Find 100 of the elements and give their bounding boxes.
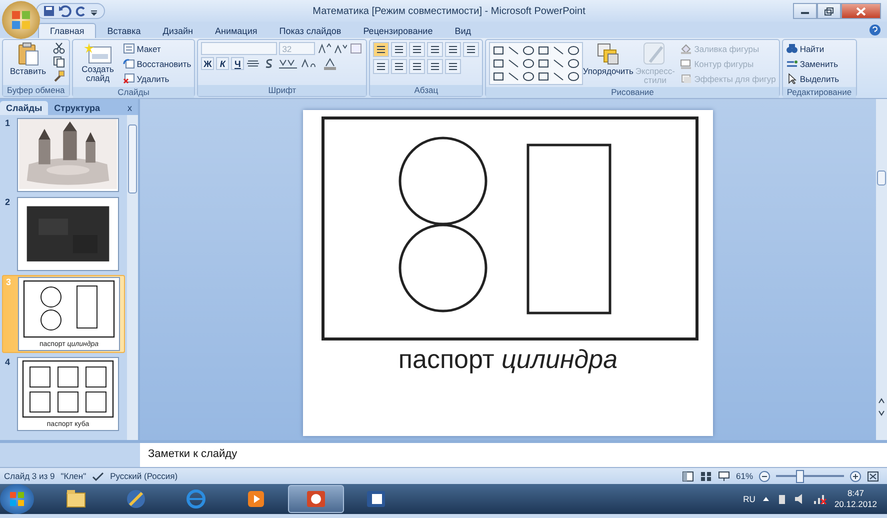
tray-arrow-icon[interactable]: [762, 495, 770, 503]
shape-icon: [552, 71, 566, 82]
shape-icon: [537, 45, 550, 56]
zoom-in-icon[interactable]: [850, 470, 861, 482]
grow-font-icon[interactable]: [317, 42, 332, 55]
ribbon-tab[interactable]: Вставка: [96, 23, 152, 38]
fill-bucket-icon: [680, 43, 692, 54]
close-button[interactable]: x: [122, 101, 138, 115]
effects-icon: [680, 73, 692, 84]
minimize-button[interactable]: [793, 3, 817, 19]
windows-logo-icon: [9, 491, 25, 507]
input-language[interactable]: RU: [743, 494, 756, 504]
close-button[interactable]: [841, 3, 881, 19]
columns-button[interactable]: [445, 59, 462, 74]
bullets-button[interactable]: [373, 42, 390, 57]
copy-icon[interactable]: [53, 56, 65, 68]
shape-icon: [552, 58, 566, 69]
spacing-icon[interactable]: [278, 57, 298, 70]
align-right-button[interactable]: [409, 59, 426, 74]
shape-icon: [492, 58, 506, 69]
start-button[interactable]: [0, 484, 34, 514]
group-label: Буфер обмена: [3, 85, 69, 96]
taskbar-app[interactable]: [288, 485, 344, 513]
group-label: Слайды: [72, 87, 194, 98]
normal-view-icon[interactable]: [682, 470, 694, 482]
cut-icon[interactable]: [53, 42, 65, 54]
shape-icon: [522, 58, 536, 69]
shape-icon: [537, 58, 550, 69]
font-name-field[interactable]: [201, 42, 278, 55]
format-button[interactable]: К: [216, 57, 230, 70]
ribbon-button[interactable]: Макет: [122, 42, 192, 55]
lines-icon: [376, 45, 386, 54]
align-left-button[interactable]: [373, 59, 390, 74]
shape-icon: [507, 71, 520, 82]
columns-button[interactable]: [463, 42, 480, 57]
power-icon[interactable]: [777, 493, 788, 505]
office-button[interactable]: [2, 1, 40, 39]
new-slide-icon: [84, 42, 112, 64]
slide-number: 4: [5, 357, 12, 367]
shrink-font-icon[interactable]: [333, 42, 348, 55]
ribbon-button[interactable]: Восстановить: [122, 57, 192, 70]
scrollbar[interactable]: [876, 99, 887, 440]
group-label: Рисование: [486, 87, 779, 98]
language-label[interactable]: Русский (Россия): [110, 471, 178, 481]
shape-icon: [537, 71, 550, 82]
group-label: Шрифт: [198, 85, 366, 96]
ribbon-tab[interactable]: Дизайн: [152, 23, 204, 38]
panel-tab[interactable]: Слайды: [0, 101, 48, 115]
decrease-indent-button[interactable]: [409, 42, 426, 57]
help-icon[interactable]: [869, 24, 881, 36]
shape-icon: [522, 71, 536, 82]
ribbon-button[interactable]: Заменить: [786, 57, 840, 70]
sorter-view-icon[interactable]: [700, 470, 712, 482]
ribbon-tab[interactable]: Вид: [444, 23, 482, 38]
paste-button[interactable]: Вставить: [6, 42, 50, 76]
lines-icon: [412, 62, 422, 71]
format-button[interactable]: Ч: [231, 57, 244, 70]
format-painter-icon[interactable]: [53, 70, 65, 82]
pen-outline-icon: [680, 58, 692, 69]
numbering-button[interactable]: [391, 42, 408, 57]
ribbon-button[interactable]: Найти: [786, 42, 840, 55]
zoom-out-icon[interactable]: [759, 470, 770, 482]
save-icon[interactable]: [43, 5, 55, 17]
ribbon-button[interactable]: Выделить: [786, 72, 840, 85]
shape-icon: [522, 45, 536, 56]
ribbon-tab[interactable]: Рецензирование: [352, 23, 444, 38]
ribbon-tab[interactable]: Главная: [38, 23, 96, 38]
center-button[interactable]: [391, 59, 408, 74]
redo-icon[interactable]: [75, 5, 87, 17]
increase-indent-button[interactable]: [427, 42, 444, 57]
shape-icon: [492, 45, 506, 56]
ribbon-button[interactable]: Удалить: [122, 72, 192, 85]
lines-icon: [430, 45, 440, 54]
lines-icon: [376, 62, 386, 71]
scrollbar[interactable]: [127, 115, 138, 440]
undo-icon[interactable]: [58, 5, 72, 17]
lines-icon: [448, 45, 458, 54]
group-label: Редактирование: [782, 87, 856, 98]
network-icon[interactable]: [813, 493, 828, 505]
spellcheck-icon[interactable]: [92, 470, 104, 482]
lines-icon: [430, 62, 440, 71]
binoculars-icon: [786, 43, 798, 54]
line-spacing-button[interactable]: [445, 42, 462, 57]
shapes-gallery[interactable]: [489, 42, 584, 85]
justify-button[interactable]: [427, 59, 444, 74]
zoom-level[interactable]: 61%: [736, 471, 753, 481]
format-button[interactable]: Ж: [201, 57, 214, 70]
panel-tab[interactable]: Структура: [48, 101, 106, 115]
slideshow-icon[interactable]: [718, 470, 730, 482]
clock[interactable]: 8:47 20.12.2012: [834, 488, 877, 510]
replace-icon: [786, 58, 798, 69]
ribbon-button[interactable]: Создать слайд: [76, 42, 120, 83]
ribbon-tab[interactable]: Показ слайдов: [268, 23, 352, 38]
fit-window-icon[interactable]: [867, 470, 879, 482]
lines-icon: [466, 45, 476, 54]
paste-icon: [17, 42, 39, 66]
cursor-icon: [786, 73, 798, 84]
restore-button[interactable]: [817, 3, 841, 19]
ribbon-tab[interactable]: Анимация: [204, 23, 268, 38]
zoom-slider[interactable]: [796, 470, 804, 483]
